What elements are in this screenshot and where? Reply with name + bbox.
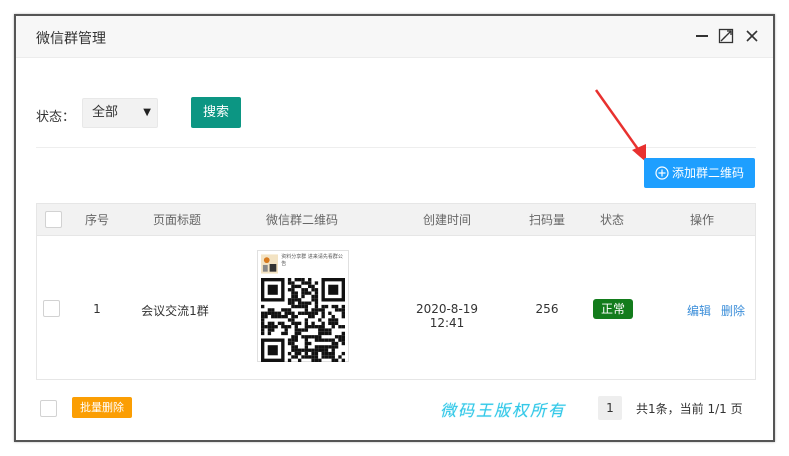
header-status: 状态	[599, 213, 624, 227]
select-all-checkbox[interactable]	[45, 211, 62, 228]
group-qrcode: 资料分享群 进来请先看群公告	[257, 250, 349, 362]
header-scans: 扫码量	[528, 213, 565, 227]
close-icon[interactable]	[742, 26, 762, 46]
wechat-group-manager-window: 微信群管理 状态： 全部 ▼ 搜索 添加群二维码 序号 页面标题 微信群二维码 …	[14, 14, 775, 442]
batch-delete-button[interactable]: 批量删除	[72, 397, 132, 418]
plus-circle-icon	[655, 166, 669, 180]
table-header: 序号 页面标题 微信群二维码 创建时间 扫码量 状态 操作	[37, 204, 755, 236]
row-title: 会议交流1群	[141, 304, 209, 318]
footer-select-checkbox[interactable]	[40, 400, 57, 417]
row-checkbox[interactable]	[43, 300, 60, 317]
header-title: 页面标题	[152, 213, 201, 227]
qr-caption: 资料分享群 进来请先看群公告	[281, 254, 343, 267]
row-index: 1	[93, 302, 101, 316]
header-index: 序号	[84, 213, 109, 227]
add-button-label: 添加群二维码	[671, 166, 744, 180]
maximize-icon[interactable]	[716, 26, 736, 46]
pointer-arrow-icon	[594, 89, 646, 162]
qrcode-image	[261, 278, 345, 362]
page-number-current[interactable]: 1	[598, 396, 622, 420]
header-qrcode: 微信群二维码	[265, 213, 338, 227]
minimize-icon[interactable]	[692, 26, 712, 46]
window-title: 微信群管理	[36, 31, 106, 47]
search-button[interactable]: 搜索	[191, 97, 241, 128]
edit-link[interactable]: 编辑	[687, 302, 711, 319]
chevron-down-icon: ▼	[143, 107, 151, 118]
add-group-qrcode-button[interactable]: 添加群二维码	[644, 158, 755, 188]
header-created: 创建时间	[422, 213, 471, 227]
group-table: 序号 页面标题 微信群二维码 创建时间 扫码量 状态 操作 1 会议交流1群 资…	[36, 203, 756, 380]
watermark-text: 微码王版权所有	[440, 401, 567, 420]
row-created: 2020-8-19 12:41	[415, 302, 479, 330]
row-scans: 256	[535, 302, 559, 316]
page-info: 共1条，当前 1/1 页	[636, 402, 743, 416]
status-select-value: 全部	[92, 105, 119, 120]
status-badge: 正常	[593, 299, 633, 319]
status-select[interactable]: 全部 ▼	[82, 98, 158, 128]
qr-header: 资料分享群 进来请先看群公告	[261, 254, 345, 276]
header-actions: 操作	[689, 213, 714, 227]
group-avatar-icon	[261, 254, 279, 274]
window-titlebar: 微信群管理	[16, 16, 773, 58]
status-filter-label: 状态：	[36, 110, 76, 125]
delete-link[interactable]: 删除	[721, 302, 745, 319]
